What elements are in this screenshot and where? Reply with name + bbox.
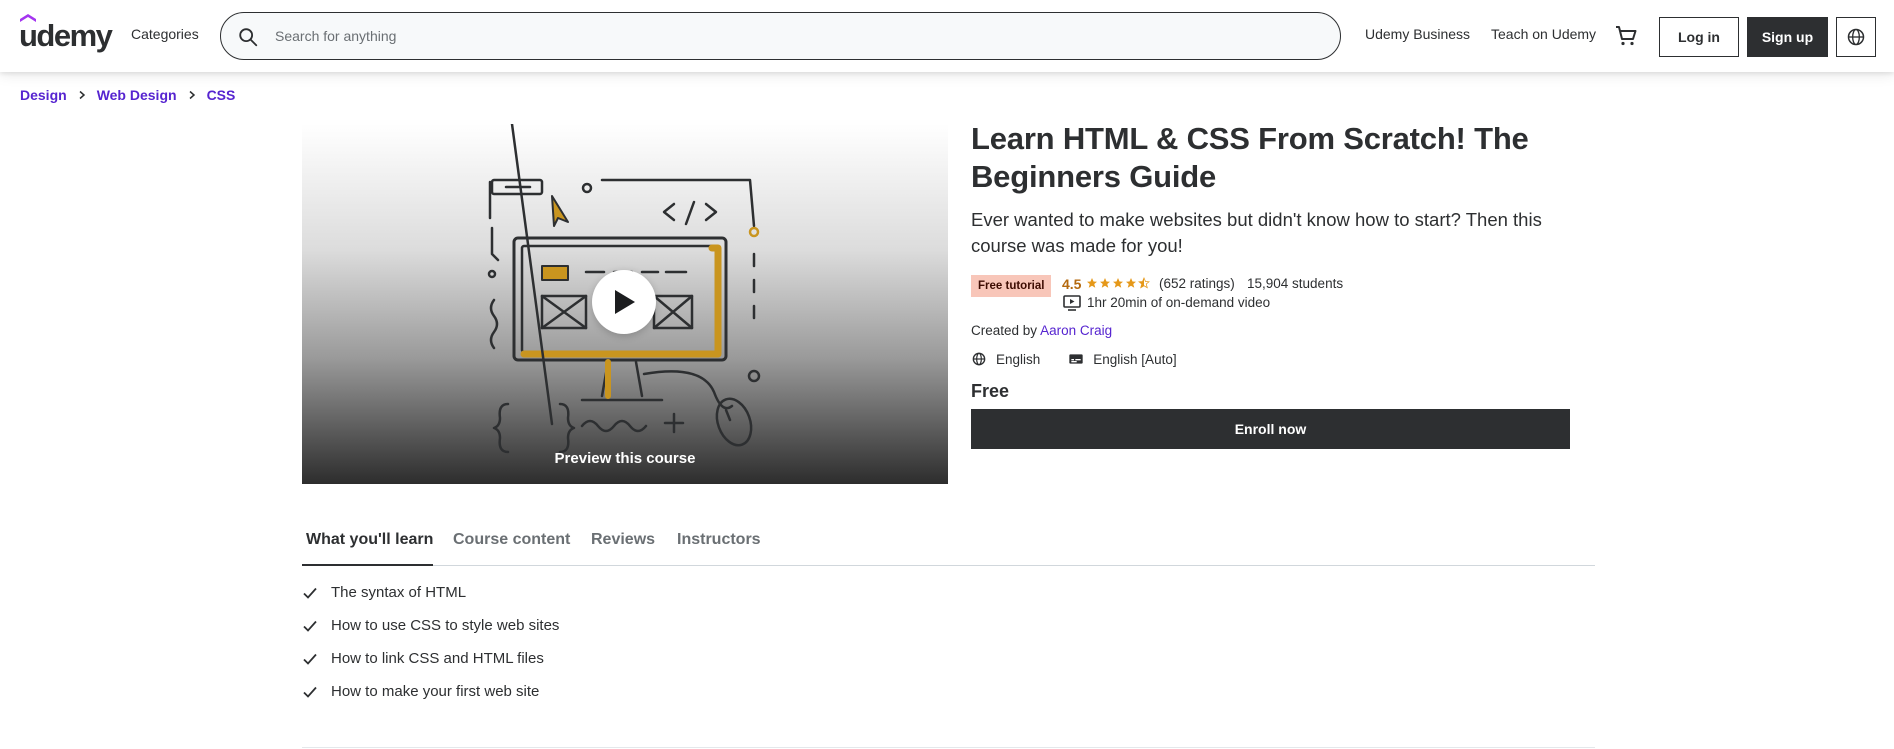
star-full-icon xyxy=(1113,278,1123,288)
created-by-label: Created by xyxy=(971,323,1038,338)
video-length: 1hr 20min of on-demand video xyxy=(1087,295,1271,310)
course-title: Learn HTML & CSS From Scratch! The Begin… xyxy=(971,121,1529,194)
tab-reviews[interactable]: Reviews xyxy=(591,531,655,549)
globe-icon xyxy=(972,352,986,366)
check-icon xyxy=(303,686,317,698)
star-half-icon xyxy=(1138,277,1150,289)
course-language: English xyxy=(996,351,1041,367)
enroll-now-button[interactable]: Enroll now xyxy=(971,409,1570,449)
search-input[interactable] xyxy=(275,13,1315,59)
tab-what-youll-learn[interactable]: What you'll learn xyxy=(306,531,433,549)
signup-button[interactable]: Sign up xyxy=(1747,17,1828,57)
tab-instructors[interactable]: Instructors xyxy=(677,531,761,549)
categories-menu[interactable]: Categories xyxy=(131,26,199,42)
chevron-right-icon xyxy=(189,90,195,100)
breadcrumb-web-design[interactable]: Web Design xyxy=(97,87,177,103)
udemy-business-link[interactable]: Udemy Business xyxy=(1365,26,1470,42)
list-item: How to use CSS to style web sites xyxy=(302,617,559,634)
ratings-count-link[interactable]: (652 ratings) xyxy=(1159,276,1235,291)
globe-icon xyxy=(1847,28,1865,46)
search-icon[interactable] xyxy=(237,26,259,48)
list-item: How to link CSS and HTML files xyxy=(302,650,544,667)
star-full-icon xyxy=(1126,278,1136,288)
check-icon xyxy=(303,620,317,632)
course-tabs: What you'll learn Course content Reviews… xyxy=(302,522,1595,566)
free-tutorial-badge: Free tutorial xyxy=(971,275,1052,297)
section-divider xyxy=(302,747,1595,748)
play-icon xyxy=(615,290,635,314)
video-icon xyxy=(1063,295,1081,311)
closed-captions-icon xyxy=(1069,354,1083,364)
course-captions: English [Auto] xyxy=(1093,351,1177,367)
course-preview[interactable]: Preview this course xyxy=(302,124,948,484)
active-tab-indicator xyxy=(302,564,433,566)
teach-on-udemy-link[interactable]: Teach on Udemy xyxy=(1491,26,1596,42)
logo-wordmark: udemy xyxy=(19,18,113,53)
learn-item-text: How to link CSS and HTML files xyxy=(331,650,544,667)
course-price: Free xyxy=(971,381,1010,401)
star-full-icon xyxy=(1100,278,1110,288)
preview-course-label[interactable]: Preview this course xyxy=(302,450,948,467)
created-by: Created by Aaron Craig xyxy=(971,323,1112,338)
play-button[interactable] xyxy=(592,270,656,334)
breadcrumb-design[interactable]: Design xyxy=(20,87,67,103)
course-subtitle: Ever wanted to make websites but didn't … xyxy=(971,209,1542,256)
learn-item-text: How to use CSS to style web sites xyxy=(331,617,560,634)
breadcrumb-css[interactable]: CSS xyxy=(207,87,236,103)
language-button[interactable] xyxy=(1836,17,1876,57)
list-item: The syntax of HTML xyxy=(302,584,466,601)
chevron-right-icon xyxy=(79,90,85,100)
learn-item-text: How to make your first web site xyxy=(331,683,540,700)
check-icon xyxy=(303,653,317,665)
rating-value: 4.5 xyxy=(1062,276,1082,292)
search-bar[interactable] xyxy=(220,12,1341,60)
breadcrumb: Design Web Design CSS xyxy=(20,87,235,103)
instructor-link[interactable]: Aaron Craig xyxy=(1040,323,1112,338)
check-icon xyxy=(303,587,317,599)
tab-course-content[interactable]: Course content xyxy=(453,531,570,549)
star-rating xyxy=(1086,277,1150,289)
learn-item-text: The syntax of HTML xyxy=(331,584,467,601)
udemy-logo[interactable]: udemy xyxy=(19,14,113,54)
login-button[interactable]: Log in xyxy=(1659,17,1739,57)
students-count: 15,904 students xyxy=(1247,276,1344,291)
star-full-icon xyxy=(1087,278,1097,288)
top-header: udemy Categories Udemy Business Teach on… xyxy=(0,0,1894,72)
list-item: How to make your first web site xyxy=(302,683,539,700)
language-row: English English [Auto] xyxy=(971,351,1177,367)
cart-icon[interactable] xyxy=(1614,24,1638,48)
